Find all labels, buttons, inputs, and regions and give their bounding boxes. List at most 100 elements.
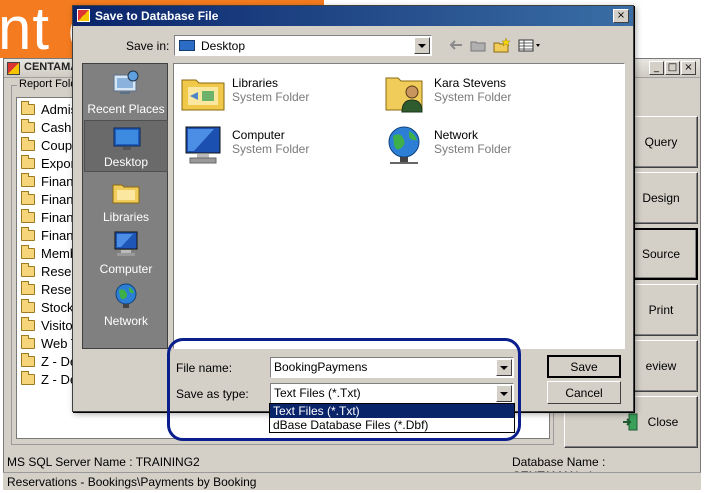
tree-folder[interactable]: Finan xyxy=(21,226,74,244)
save-as-type-options: Text Files (*.Txt) dBase Database Files … xyxy=(269,403,515,433)
dialog-title: Save to Database File xyxy=(95,9,219,23)
place-computer[interactable]: Computer xyxy=(84,226,168,278)
tree-folder-label: Stock xyxy=(41,299,74,315)
desktop-icon xyxy=(179,40,195,51)
save-button[interactable]: Save xyxy=(547,355,621,378)
tree-folder-label: Rese xyxy=(41,281,72,297)
chevron-down-icon[interactable] xyxy=(496,385,512,402)
file-item-libraries[interactable]: Libraries System Folder xyxy=(180,70,380,116)
folder-icon xyxy=(21,370,35,385)
up-folder-icon[interactable] xyxy=(469,37,487,53)
file-item-name: Libraries xyxy=(232,76,279,90)
recent-places-icon xyxy=(113,70,139,94)
tree-folder-label: Finan xyxy=(41,191,74,207)
dialog-titlebar: Save to Database File × xyxy=(73,6,633,26)
folder-icon xyxy=(21,226,35,241)
file-item-type: System Folder xyxy=(434,90,512,104)
tree-folder[interactable]: Web T xyxy=(21,334,79,352)
exit-door-icon xyxy=(622,413,638,431)
folder-icon xyxy=(21,316,35,331)
place-recent-places[interactable]: Recent Places xyxy=(84,66,168,118)
save-as-type-label: Save as type: xyxy=(176,387,249,401)
tree-folder[interactable]: Rese xyxy=(21,280,71,298)
file-item-computer[interactable]: Computer System Folder xyxy=(180,122,380,168)
tree-folder[interactable]: Z - De xyxy=(21,352,77,370)
file-item-network[interactable]: Network System Folder xyxy=(382,122,582,168)
tree-folder-label: Expor xyxy=(41,155,75,171)
folder-icon xyxy=(21,190,35,205)
tree-folder[interactable]: Memb xyxy=(21,244,77,262)
tree-folder[interactable]: Rese xyxy=(21,262,71,280)
tree-folder[interactable]: Finan xyxy=(21,208,74,226)
file-item-type: System Folder xyxy=(232,142,310,156)
cancel-button[interactable]: Cancel xyxy=(547,381,621,404)
tree-folder[interactable]: Coupo xyxy=(21,136,79,154)
source-button-label: Source xyxy=(641,247,681,261)
save-in-value: Desktop xyxy=(201,38,246,53)
new-folder-icon[interactable] xyxy=(493,37,511,53)
report-path: Reservations - Bookings\Payments by Book… xyxy=(7,475,257,489)
close-window-button[interactable]: × xyxy=(681,61,696,75)
folder-icon xyxy=(21,172,35,187)
save-dialog: Save to Database File × Save in: Desktop… xyxy=(72,5,634,412)
back-arrow-icon[interactable] xyxy=(447,37,465,53)
file-item-name: Kara Stevens xyxy=(434,76,507,90)
folder-icon xyxy=(21,136,35,151)
file-name-input[interactable]: BookingPaymens xyxy=(270,357,514,378)
save-in-dropdown[interactable]: Desktop xyxy=(174,35,432,56)
dialog-close-button[interactable]: × xyxy=(613,9,629,23)
app-icon xyxy=(7,62,20,75)
tree-folder-label: Finan xyxy=(41,209,74,225)
view-menu-icon[interactable] xyxy=(517,37,543,53)
tree-folder[interactable]: Expor xyxy=(21,154,75,172)
query-button-label: Query xyxy=(644,135,678,149)
place-label: Computer xyxy=(99,262,153,276)
tree-folder[interactable]: Z - De xyxy=(21,370,77,388)
chevron-down-icon[interactable] xyxy=(496,359,512,376)
place-label: Network xyxy=(103,314,148,328)
folder-icon xyxy=(21,208,35,223)
tree-folder-label: Visito xyxy=(41,317,73,333)
file-item-user[interactable]: Kara Stevens System Folder xyxy=(382,70,582,116)
file-item-name: Computer xyxy=(232,128,285,142)
file-item-type: System Folder xyxy=(232,90,310,104)
libraries-folder-icon xyxy=(181,79,225,111)
tree-folder[interactable]: Finan xyxy=(21,190,74,208)
folder-icon xyxy=(21,100,35,115)
print-button-label: Print xyxy=(648,303,674,317)
save-in-label: Save in: xyxy=(126,39,170,53)
file-item-type: System Folder xyxy=(434,142,512,156)
window-controls: _ □ × xyxy=(649,61,696,75)
save-as-type-dropdown[interactable]: Text Files (*.Txt) xyxy=(270,383,514,404)
folder-icon xyxy=(21,244,35,259)
minimize-button[interactable]: _ xyxy=(649,61,664,75)
file-name-value: BookingPaymens xyxy=(274,360,368,374)
user-folder-icon xyxy=(385,77,423,113)
place-label: Libraries xyxy=(102,210,150,224)
desktop-icon xyxy=(113,127,141,150)
report-folders-label: Report Fold xyxy=(17,78,79,90)
tree-folder[interactable]: Finan xyxy=(21,172,74,190)
type-option[interactable]: dBase Database Files (*.Dbf) xyxy=(270,418,514,432)
libraries-icon xyxy=(112,184,140,204)
place-libraries[interactable]: Libraries xyxy=(84,174,168,226)
tree-folder[interactable]: Cashi xyxy=(21,118,74,136)
place-label: Recent Places xyxy=(87,102,165,116)
tree-folder[interactable]: Visito xyxy=(21,316,73,334)
save-button-label: Save xyxy=(570,359,598,374)
folder-icon xyxy=(21,154,35,169)
close-report-button-label: Close xyxy=(647,415,679,429)
computer-icon xyxy=(185,126,221,164)
folder-open-icon xyxy=(21,262,35,277)
tree-folder-label: Cashi xyxy=(41,119,75,135)
server-name: MS SQL Server Name : TRAINING2 xyxy=(7,455,200,469)
chevron-down-icon[interactable] xyxy=(414,37,430,54)
tree-folder[interactable]: Admis xyxy=(21,100,77,118)
place-network[interactable]: Network xyxy=(84,278,168,330)
type-option[interactable]: Text Files (*.Txt) xyxy=(270,404,514,418)
tree-folder[interactable]: Stock xyxy=(21,298,74,316)
place-desktop[interactable]: Desktop xyxy=(84,120,168,172)
places-bar: Recent Places Desktop Libraries Computer… xyxy=(82,63,168,349)
file-list[interactable]: Libraries System Folder Kara Stevens Sys… xyxy=(173,63,625,349)
maximize-button[interactable]: □ xyxy=(665,61,680,75)
